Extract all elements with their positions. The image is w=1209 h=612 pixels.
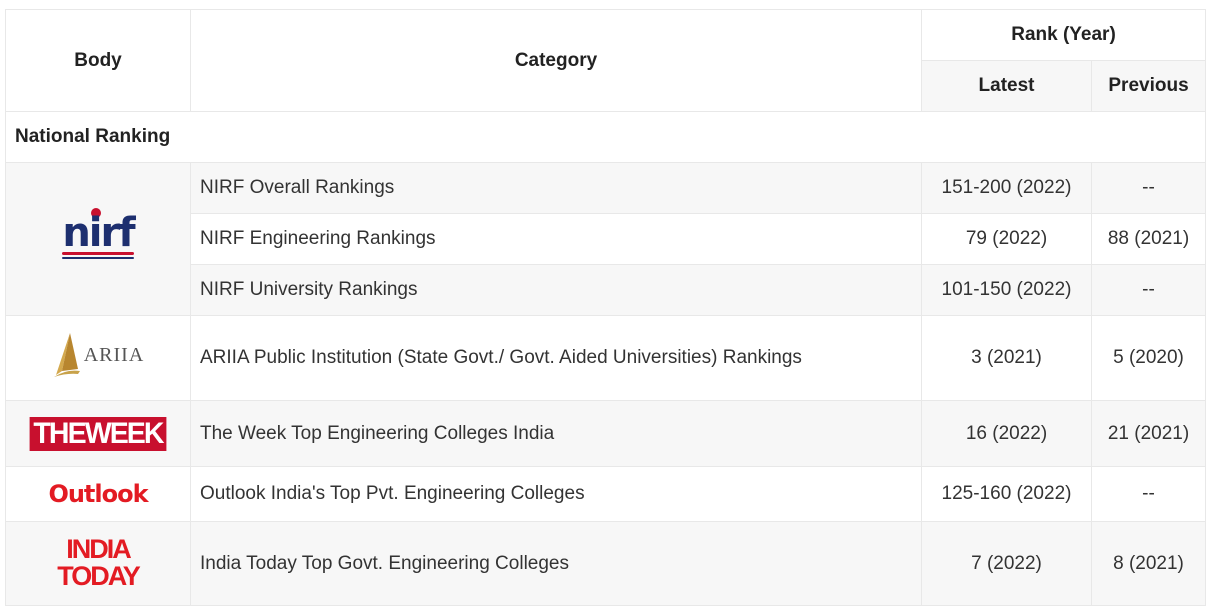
category-cell: NIRF University Rankings: [190, 264, 922, 316]
previous-rank-cell: 21 (2021): [1090, 400, 1207, 467]
category-cell: India Today Top Govt. Engineering Colleg…: [190, 521, 922, 606]
india-today-logo-cell: INDIA TODAY: [5, 521, 191, 606]
previous-rank-cell: 5 (2020): [1090, 315, 1207, 401]
ariia-emblem-icon: [53, 333, 80, 377]
category-cell: NIRF Engineering Rankings: [190, 213, 922, 265]
ariia-logo: ARIIA: [52, 331, 145, 379]
previous-rank-cell: --: [1090, 162, 1207, 214]
header-latest: Latest: [921, 60, 1092, 112]
latest-rank-cell: 79 (2022): [921, 213, 1092, 265]
india-today-logo: INDIA TODAY: [57, 534, 141, 591]
category-cell: Outlook India's Top Pvt. Engineering Col…: [190, 466, 922, 522]
latest-rank-cell: 151-200 (2022): [921, 162, 1092, 214]
previous-rank-cell: 8 (2021): [1090, 521, 1207, 606]
rankings-table: Body Category Rank (Year) Latest Previou…: [4, 9, 1207, 606]
header-rank-year: Rank (Year): [920, 9, 1207, 61]
outlook-logo: Outlook: [48, 480, 148, 508]
table-row: INDIA TODAY India Today Top Govt. Engine…: [5, 521, 1207, 606]
latest-rank-cell: 101-150 (2022): [921, 264, 1092, 316]
rankings-table-container: Body Category Rank (Year) Latest Previou…: [4, 9, 1207, 606]
the-week-logo-cell: THEWEEK: [5, 400, 191, 467]
table-row: ARIIA ARIIA Public Institution (State Go…: [5, 315, 1207, 401]
category-cell: NIRF Overall Rankings: [190, 162, 922, 214]
nirf-logo-cell: nirf: [5, 162, 191, 316]
previous-rank-cell: --: [1090, 264, 1207, 316]
latest-rank-cell: 125-160 (2022): [921, 466, 1092, 522]
previous-rank-cell: 88 (2021): [1090, 213, 1207, 265]
latest-rank-cell: 7 (2022): [921, 521, 1092, 606]
category-cell: The Week Top Engineering Colleges India: [190, 400, 922, 467]
ariia-logo-cell: ARIIA: [5, 315, 191, 401]
outlook-logo-cell: Outlook: [5, 466, 191, 522]
table-row: Outlook Outlook India's Top Pvt. Enginee…: [5, 466, 1207, 522]
section-national-ranking: National Ranking: [4, 111, 1207, 163]
category-cell: ARIIA Public Institution (State Govt./ G…: [190, 315, 922, 401]
latest-rank-cell: 16 (2022): [921, 400, 1092, 467]
latest-rank-cell: 3 (2021): [921, 315, 1092, 401]
nirf-logo: nirf: [58, 208, 138, 264]
table-row: THEWEEK The Week Top Engineering College…: [5, 400, 1207, 467]
header-category: Category: [190, 9, 922, 112]
previous-rank-cell: --: [1090, 466, 1207, 522]
header-previous: Previous: [1090, 60, 1207, 112]
header-body: Body: [5, 9, 191, 112]
table-row: nirf NIRF Overall Rankings 151-200 (2022…: [5, 162, 1207, 316]
the-week-logo: THEWEEK: [29, 416, 167, 451]
